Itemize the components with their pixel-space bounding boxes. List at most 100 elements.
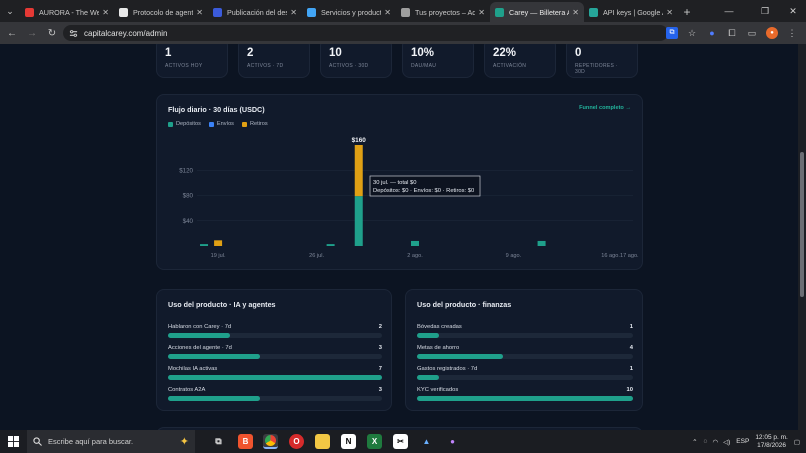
tab-search-icon[interactable]: ⌄ xyxy=(0,0,20,22)
file-explorer-icon[interactable] xyxy=(315,434,330,449)
stat-label: REPETIDORES · 30D xyxy=(575,63,618,75)
stat-value: 22% xyxy=(493,47,517,59)
tab-favicon-icon xyxy=(307,7,316,17)
usage-finance-title: Uso del producto · finanzas xyxy=(417,300,512,309)
usage-progress-track xyxy=(417,396,633,401)
url-field[interactable]: capitalcarey.com/admin xyxy=(63,25,668,41)
browser-menu-icon[interactable]: ⋮ xyxy=(786,27,798,39)
browser-tab[interactable]: API keys | Google AI ✕ xyxy=(584,2,678,22)
usage-progress-track xyxy=(417,354,633,359)
close-window-icon[interactable]: ✕ xyxy=(780,0,806,22)
opera-browser-icon[interactable]: O xyxy=(289,434,304,449)
reload-icon[interactable]: ↻ xyxy=(42,22,62,44)
tray-volume-icon[interactable]: ◁) xyxy=(723,438,730,446)
usage-progress-fill xyxy=(417,354,504,359)
x-tick-label: 26 jul. xyxy=(309,253,324,259)
brave-browser-icon[interactable]: B xyxy=(238,434,253,449)
tab-close-icon[interactable]: ✕ xyxy=(384,8,391,17)
bar-retiros[interactable] xyxy=(354,145,363,197)
tab-close-icon[interactable]: ✕ xyxy=(478,8,485,17)
stat-value: 1 xyxy=(165,47,172,59)
stat-value: 0 xyxy=(575,47,582,59)
tab-close-icon[interactable]: ✕ xyxy=(196,8,203,17)
tab-favicon-icon xyxy=(401,7,410,17)
stat-label: ACTIVOS HOY xyxy=(165,63,203,69)
split-view-icon[interactable]: ▭ xyxy=(746,27,758,39)
usage-row-label: Acciones del agente · 7d xyxy=(168,345,232,351)
browser-tab[interactable]: Servicios y producto ✕ xyxy=(302,2,396,22)
bar-retiros[interactable] xyxy=(214,240,223,246)
stat-value: 10 xyxy=(329,47,342,59)
install-app-icon[interactable]: ⧉ xyxy=(666,27,678,39)
tray-network-icon[interactable]: ◌ xyxy=(704,438,708,445)
tray-language[interactable]: ESP xyxy=(736,438,749,445)
task-view-icon[interactable]: ⧉ xyxy=(211,434,226,449)
new-tab-button[interactable]: + xyxy=(678,2,696,22)
bar-depositos[interactable] xyxy=(354,196,363,246)
page-scrollbar[interactable] xyxy=(798,44,806,430)
scrollbar-thumb[interactable] xyxy=(800,152,804,297)
browser-tab[interactable]: Publicación del desa ✕ xyxy=(208,2,302,22)
usage-progress-fill xyxy=(417,375,439,380)
chrome-browser-icon[interactable] xyxy=(263,434,278,449)
bookmark-star-icon[interactable]: ☆ xyxy=(686,27,698,39)
back-icon[interactable]: ← xyxy=(2,22,22,44)
bar-peak-label: $160 xyxy=(352,137,367,144)
browser-tab[interactable]: Tus proyectos – Adm✕ xyxy=(396,2,490,22)
usage-progress-track xyxy=(168,354,382,359)
taskbar-search-box[interactable]: Escribe aquí para buscar. ✦ xyxy=(27,430,195,453)
stat-card: 2 ACTIVOS · 7D xyxy=(238,44,310,78)
tab-close-icon[interactable]: ✕ xyxy=(290,8,297,17)
tab-favicon-icon xyxy=(25,7,34,17)
tray-chevron-icon[interactable]: ⌃ xyxy=(692,438,697,446)
capcut-icon[interactable]: ✂ xyxy=(393,434,408,449)
tab-close-icon[interactable]: ✕ xyxy=(102,8,109,17)
tray-wifi-icon[interactable]: ◠ xyxy=(712,438,718,446)
extension-icon[interactable]: ● xyxy=(706,27,718,39)
usage-row-label: Hablaron con Carey · 7d xyxy=(168,324,232,330)
minimize-icon[interactable]: — xyxy=(716,0,742,22)
browser-tab-strip: ⌄ AURORA - The Weig✕Protocolo de agente✕… xyxy=(0,0,806,22)
address-bar: ← → ↻ capitalcarey.com/admin ⧉ ☆ ● ⧠ ▭ ●… xyxy=(0,22,806,44)
tab-favicon-icon xyxy=(495,7,504,17)
stat-label: DAU/MAU xyxy=(411,63,437,69)
system-tray: ⌃ ◌ ◠ ◁) ESP 12:05 p. m. 17/8/2026 ▢ xyxy=(692,430,806,453)
x-tick-label: 16 ago. xyxy=(601,253,620,259)
usage-progress-fill xyxy=(168,396,261,401)
taskbar-clock[interactable]: 12:05 p. m. 17/8/2026 xyxy=(755,434,788,450)
stat-value: 10% xyxy=(411,47,435,59)
tab-title: Tus proyectos – Adm xyxy=(415,7,476,17)
notifications-icon[interactable]: ▢ xyxy=(794,438,800,446)
excel-icon[interactable]: X xyxy=(367,434,382,449)
forward-icon[interactable]: → xyxy=(22,22,42,44)
bar-depositos[interactable] xyxy=(326,244,335,246)
daily-flow-chart-card: Flujo diario · 30 días (USDC) Funnel com… xyxy=(156,94,643,270)
browser-tab[interactable]: AURORA - The Weig✕ xyxy=(20,2,114,22)
usage-row-label: Mochilas IA activas xyxy=(168,366,218,372)
tab-close-icon[interactable]: ✕ xyxy=(666,8,673,17)
y-tick-label: $40 xyxy=(183,218,194,225)
browser-tab[interactable]: Carey — Billetera Au ✕ xyxy=(490,2,584,22)
usage-row-value: 3 xyxy=(378,345,382,351)
usage-row-value: 7 xyxy=(378,366,382,372)
app-a-icon[interactable]: ▲ xyxy=(419,434,434,449)
windows-taskbar: Escribe aquí para buscar. ✦ ⧉ B O N X ✂ … xyxy=(0,430,806,453)
bar-depositos[interactable] xyxy=(411,240,419,246)
windows-start-icon[interactable] xyxy=(0,430,26,453)
usage-row-label: Contratos A2A xyxy=(168,387,206,393)
profile-avatar-icon[interactable]: ● xyxy=(766,27,778,39)
usage-progress-fill xyxy=(417,333,439,338)
tab-close-icon[interactable]: ✕ xyxy=(572,8,579,17)
extensions-puzzle-icon[interactable]: ⧠ xyxy=(726,27,738,39)
bar-depositos[interactable] xyxy=(537,240,546,246)
site-info-icon[interactable] xyxy=(69,29,78,38)
usage-row-label: Metas de ahorro xyxy=(417,345,460,351)
usage-ai-card: Uso del producto · IA y agentes Hablaron… xyxy=(156,289,392,411)
browser-tab[interactable]: Protocolo de agente ✕ xyxy=(114,2,208,22)
usage-row-label: KYC verificados xyxy=(417,387,459,393)
clock-time: 12:05 p. m. xyxy=(755,433,788,441)
bar-depositos[interactable] xyxy=(200,244,209,246)
maximize-icon[interactable]: ❐ xyxy=(752,0,778,22)
notion-icon[interactable]: N xyxy=(341,434,356,449)
app-drop-icon[interactable]: ● xyxy=(445,434,460,449)
